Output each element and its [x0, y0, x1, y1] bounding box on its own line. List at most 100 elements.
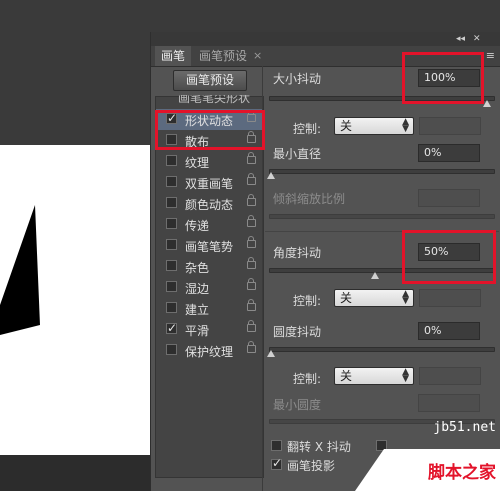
roundness-jitter-slider-thumb[interactable]	[267, 350, 275, 357]
checkbox[interactable]	[166, 302, 177, 313]
size-jitter-slider-thumb[interactable]	[483, 100, 491, 107]
watermark-url: jb51.net	[433, 420, 496, 435]
size-jitter-control-select[interactable]: 关 ▲ ▼	[334, 117, 414, 135]
watermark-text: 脚本之家	[428, 463, 496, 483]
angle-jitter-slider[interactable]	[269, 268, 495, 273]
lock-icon[interactable]	[247, 173, 256, 185]
angle-control-select[interactable]: 关 ▲ ▼	[334, 289, 414, 307]
list-item-label: 形状动态	[185, 114, 234, 128]
checkbox[interactable]	[166, 176, 177, 187]
list-item-texture[interactable]: 纹理	[156, 151, 263, 172]
angle-jitter-slider-thumb[interactable]	[371, 272, 379, 279]
checkmark-icon: ✓	[167, 111, 178, 125]
list-item-brush-pose[interactable]: 画笔笔势	[156, 235, 263, 256]
list-item-label: 建立	[185, 303, 210, 317]
list-item-label: 纹理	[185, 156, 210, 170]
list-item-label: 湿边	[185, 282, 210, 296]
min-roundness-label: 最小圆度	[273, 398, 322, 412]
list-item-label: 散布	[185, 135, 210, 149]
list-item-label: 保护纹理	[185, 345, 234, 359]
min-roundness-field[interactable]	[418, 394, 480, 412]
select-value: 关	[340, 291, 353, 305]
select-value: 关	[340, 369, 353, 383]
roundness-control-select[interactable]: 关 ▲ ▼	[334, 367, 414, 385]
angle-jitter-field[interactable]: 50%	[418, 243, 480, 261]
checkmark-icon: ✓	[167, 321, 178, 335]
tab-close-icon[interactable]: ×	[253, 49, 262, 62]
checkbox[interactable]	[166, 344, 177, 355]
list-item-dual-brush[interactable]: 双重画笔	[156, 172, 263, 193]
brush-presets-button[interactable]: 画笔预设	[173, 70, 247, 91]
lock-icon[interactable]	[247, 236, 256, 248]
roundness-jitter-slider[interactable]	[269, 347, 495, 352]
list-item-protect-texture[interactable]: 保护纹理	[156, 340, 263, 361]
control-label: 控制:	[293, 122, 322, 136]
lock-icon[interactable]	[247, 131, 256, 143]
list-item-smoothing[interactable]: ✓ 平滑	[156, 319, 263, 340]
lock-icon[interactable]	[247, 299, 256, 311]
tilt-scale-field[interactable]	[418, 189, 480, 207]
list-item-label: 颜色动态	[185, 198, 234, 212]
list-item-label: 画笔笔势	[185, 240, 234, 254]
list-item-label: 画笔笔尖形状	[178, 95, 251, 105]
min-diameter-slider-thumb[interactable]	[267, 172, 275, 179]
roundness-jitter-label: 圆度抖动	[273, 325, 322, 339]
angle-jitter-label: 角度抖动	[273, 246, 322, 260]
control-label: 控制:	[293, 372, 322, 386]
checkbox[interactable]: ✓	[166, 111, 178, 125]
checkbox[interactable]	[166, 218, 177, 229]
tilt-scale-slider[interactable]	[269, 214, 495, 219]
flip-x-checkbox[interactable]	[271, 440, 282, 451]
select-arrow-icon: ▲ ▼	[402, 117, 409, 134]
lock-icon[interactable]	[247, 341, 256, 353]
checkbox[interactable]	[166, 197, 177, 208]
brush-projection-label: 画笔投影	[287, 459, 336, 473]
roundness-jitter-field[interactable]: 0%	[418, 322, 480, 340]
min-diameter-slider[interactable]	[269, 169, 495, 174]
min-diameter-field[interactable]: 0%	[418, 144, 480, 162]
list-item-scattering[interactable]: 散布	[156, 130, 263, 151]
panel-menu-icon[interactable]: ≡	[486, 49, 495, 62]
list-item-label: 双重画笔	[185, 177, 234, 191]
brush-projection-checkbox[interactable]: ✓	[271, 456, 283, 470]
checkbox[interactable]	[166, 281, 177, 292]
list-item-transfer[interactable]: 传递	[156, 214, 263, 235]
list-item-color-dynamics[interactable]: 颜色动态	[156, 193, 263, 214]
lock-icon[interactable]	[247, 320, 256, 332]
roundness-control-field[interactable]	[419, 367, 481, 385]
tab-brush-presets[interactable]: 画笔预设	[193, 46, 253, 66]
list-item-brush-tip-shape[interactable]: 画笔笔尖形状	[156, 95, 263, 109]
angle-control-field[interactable]	[419, 289, 481, 307]
list-item-label: 平滑	[185, 324, 210, 338]
lock-icon[interactable]	[247, 110, 256, 122]
checkbox[interactable]	[166, 239, 177, 250]
checkbox[interactable]	[166, 134, 177, 145]
checkbox[interactable]	[166, 155, 177, 166]
list-item-label: 杂色	[185, 261, 210, 275]
lock-icon[interactable]	[247, 257, 256, 269]
checkmark-icon: ✓	[272, 456, 283, 470]
control-label: 控制:	[293, 294, 322, 308]
list-item-noise[interactable]: 杂色	[156, 256, 263, 277]
panel-tabstrip: 画笔 画笔预设 × ≡	[151, 46, 500, 67]
list-item-wet-edges[interactable]: 湿边	[156, 277, 263, 298]
lock-icon[interactable]	[247, 215, 256, 227]
list-item-shape-dynamics[interactable]: ✓ 形状动态	[156, 109, 263, 130]
lock-icon[interactable]	[247, 194, 256, 206]
fade-steps-field[interactable]	[419, 117, 481, 135]
close-panel-icon[interactable]: ✕	[473, 32, 481, 46]
lock-icon[interactable]	[247, 278, 256, 290]
tab-brush[interactable]: 画笔	[155, 46, 192, 66]
checkbox[interactable]	[166, 260, 177, 271]
select-arrow-icon: ▲ ▼	[402, 367, 409, 384]
size-jitter-slider[interactable]	[269, 96, 495, 101]
size-jitter-field[interactable]: 100%	[418, 69, 480, 87]
checkbox[interactable]: ✓	[166, 321, 178, 335]
section-divider	[265, 231, 499, 232]
list-item-build-up[interactable]: 建立	[156, 298, 263, 319]
lock-icon[interactable]	[247, 152, 256, 164]
tilt-scale-label: 倾斜缩放比例	[273, 192, 346, 206]
panel-title-bar[interactable]: ◂◂ ✕	[151, 32, 500, 46]
collapse-panel-icon[interactable]: ◂◂	[456, 32, 465, 46]
flip-x-label: 翻转 X 抖动	[287, 440, 351, 454]
